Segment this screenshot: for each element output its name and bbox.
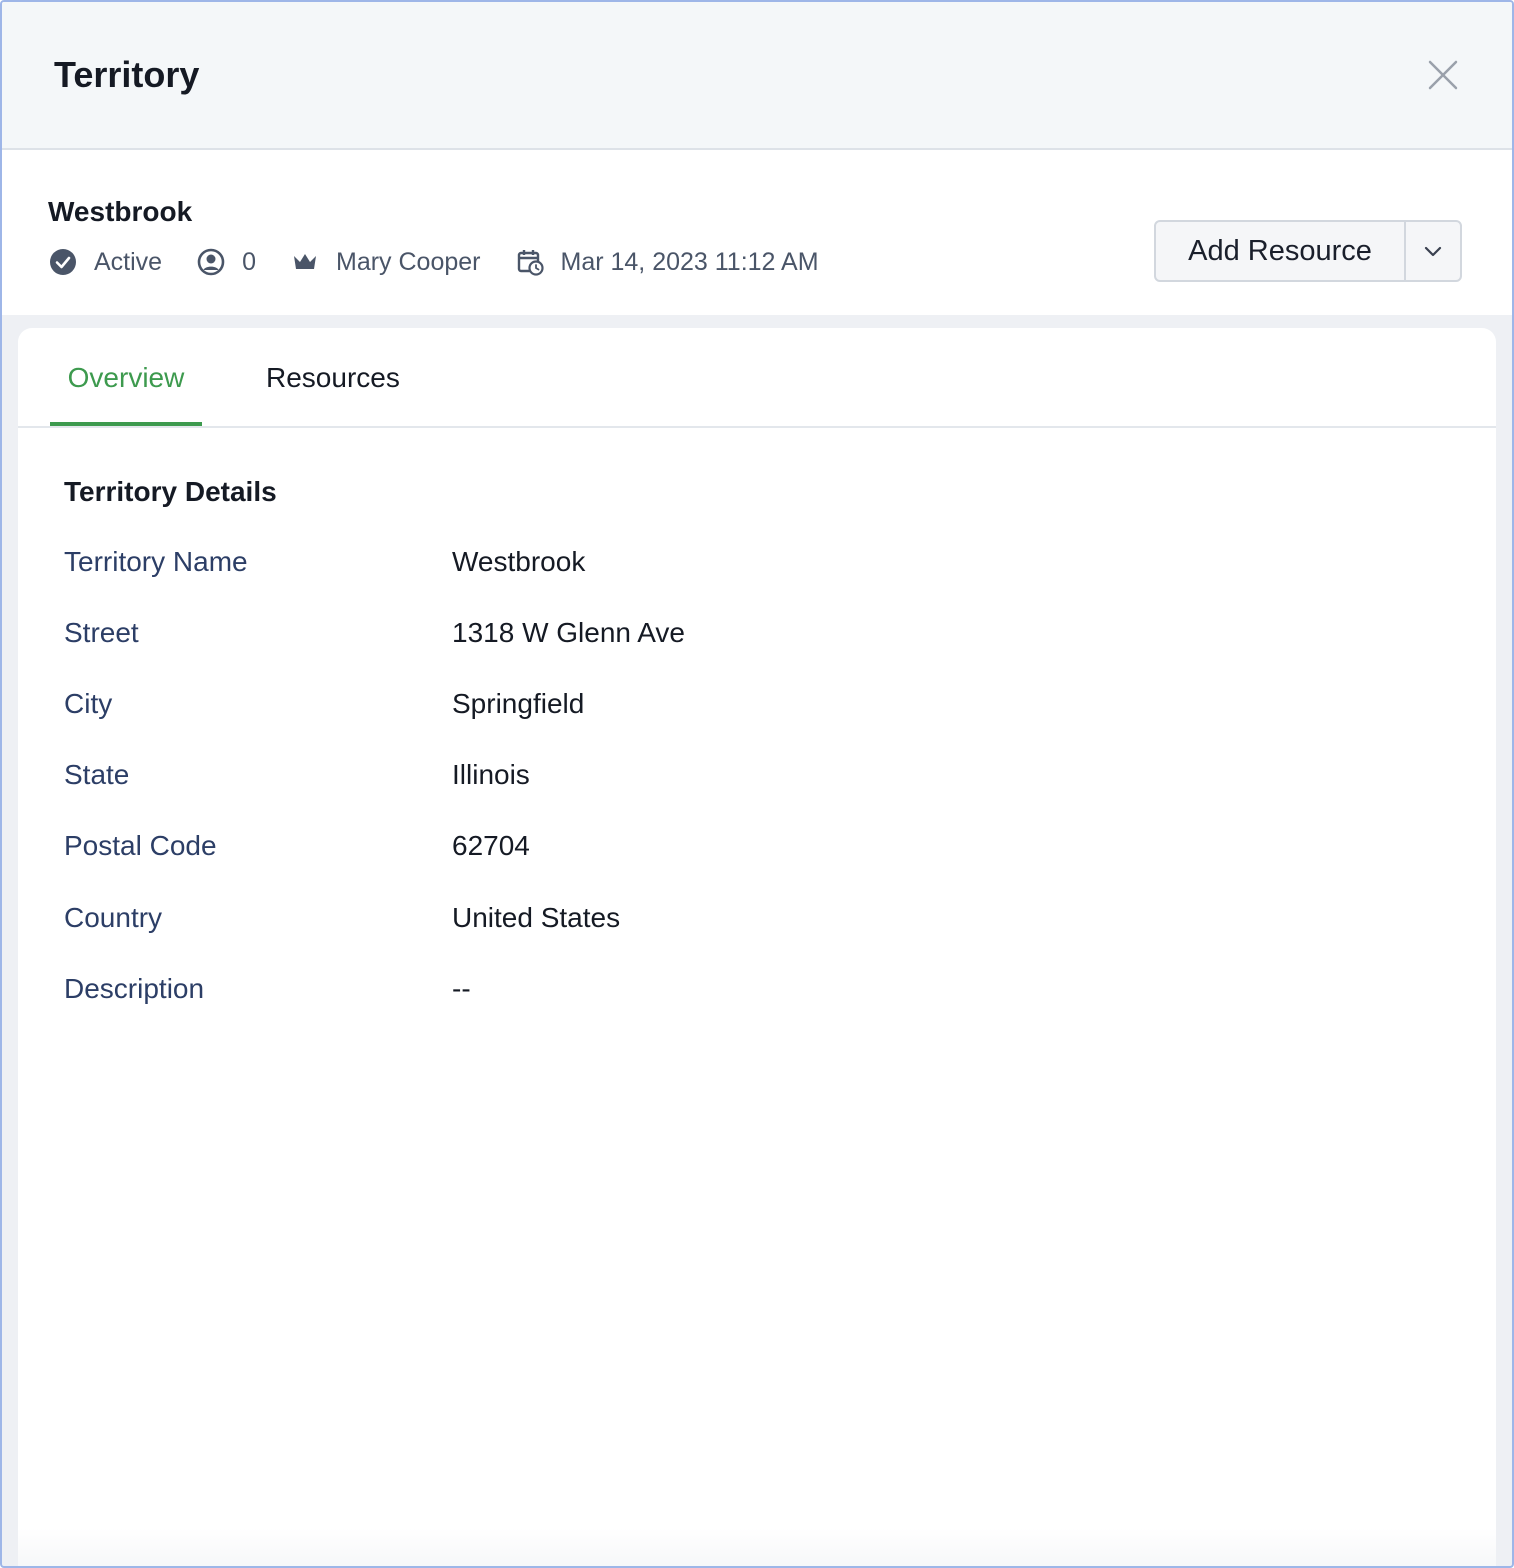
close-icon (1428, 60, 1458, 90)
field-value: Westbrook (452, 546, 586, 577)
add-resource-dropdown-toggle[interactable] (1406, 222, 1460, 280)
dialog-header: Territory (2, 2, 1512, 150)
user-count: 0 (242, 247, 256, 276)
field-label: Territory Name (64, 546, 248, 577)
field-row-territory-name: Territory Name Westbrook (64, 542, 585, 582)
bottom-fade (18, 1528, 1496, 1566)
chevron-down-icon (1424, 246, 1442, 257)
field-value: United States (452, 902, 621, 933)
field-label: Description (64, 973, 205, 1004)
field-value: -- (452, 973, 471, 1004)
field-label: Country (64, 902, 163, 933)
check-circle-icon (48, 247, 78, 277)
user-circle-icon (196, 247, 226, 277)
owner-name: Mary Cooper (336, 247, 481, 276)
field-value: Springfield (452, 688, 585, 719)
field-label: City (64, 688, 113, 719)
field-row-postal-code: Postal Code 62704 (64, 826, 530, 866)
field-value: 1318 W Glenn Ave (452, 617, 685, 648)
record-meta: Active 0 Mary Cooper Mar 14, 2023 11:12 … (48, 244, 853, 280)
field-value: Illinois (452, 759, 530, 790)
record-summary: Westbrook Active 0 Mary Cooper Mar 14, 2… (2, 150, 1512, 315)
tab-overview[interactable]: Overview (50, 356, 202, 426)
tab-bar: Overview Resources (18, 328, 1496, 428)
calendar-clock-icon (515, 247, 545, 277)
add-resource-split-button: Add Resource (1154, 220, 1462, 282)
territory-dialog: Territory Westbrook Active 0 Mary Cooper… (0, 0, 1514, 1568)
content-panel: Overview Resources Territory Details Ter… (18, 328, 1496, 1566)
created-datetime: Mar 14, 2023 11:12 AM (560, 247, 819, 276)
status-text: Active (94, 247, 163, 276)
created-meta: Mar 14, 2023 11:12 AM (515, 247, 819, 277)
field-row-city: City Springfield (64, 684, 584, 724)
tab-resources[interactable]: Resources (266, 356, 400, 426)
field-value: 62704 (452, 830, 530, 861)
field-row-street: Street 1318 W Glenn Ave (64, 613, 685, 653)
add-resource-button[interactable]: Add Resource (1156, 222, 1406, 280)
status-meta: Active (48, 247, 162, 277)
section-title: Territory Details (64, 476, 277, 507)
field-label: Street (64, 617, 139, 648)
record-name: Westbrook (48, 196, 193, 227)
users-meta: 0 (196, 247, 256, 277)
dialog-title: Territory (54, 54, 200, 95)
field-label: Postal Code (64, 830, 217, 861)
crown-icon (290, 247, 320, 277)
field-row-description: Description -- (64, 969, 471, 1009)
field-label: State (64, 759, 130, 790)
owner-meta: Mary Cooper (290, 247, 481, 277)
field-row-state: State Illinois (64, 755, 530, 795)
field-row-country: Country United States (64, 898, 620, 938)
close-button[interactable] (1420, 52, 1464, 96)
